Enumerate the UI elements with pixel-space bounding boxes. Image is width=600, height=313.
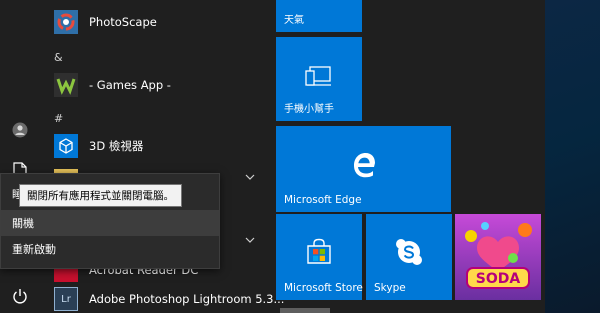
edge-icon xyxy=(350,150,378,178)
shutdown-tooltip: 關閉所有應用程式並關閉電腦。 xyxy=(19,184,182,207)
lightroom-icon: Lr xyxy=(54,287,78,311)
store-icon xyxy=(305,238,333,266)
app-name: 3D 檢視器 xyxy=(89,139,144,153)
tile-label: Skype xyxy=(374,282,406,294)
power-menu: 睡 關閉所有應用程式並關閉電腦。 關機 重新啟動 xyxy=(0,173,220,269)
tile-label: 天氣 xyxy=(284,15,304,26)
tile-phone-companion[interactable]: 手機小幫手 xyxy=(276,37,362,121)
group-header-hash[interactable]: # xyxy=(54,112,63,125)
photoscape-icon xyxy=(54,10,78,34)
skype-icon xyxy=(395,238,423,266)
power-item-shutdown[interactable]: 關機 xyxy=(1,210,219,236)
power-item-restart[interactable]: 重新啟動 xyxy=(1,236,219,262)
start-menu: PhotoScape & - Games App - # 3D 檢視器 Acro… xyxy=(0,0,545,313)
app-name: - Games App - xyxy=(89,78,171,92)
candy-crush-soda-icon: SODA xyxy=(455,214,541,300)
3d-viewer-icon xyxy=(54,134,78,158)
desktop-background xyxy=(545,0,600,313)
next-group-label xyxy=(280,308,330,313)
tile-label: Microsoft Store xyxy=(284,282,363,294)
app-item-photoscape[interactable]: PhotoScape xyxy=(54,7,265,37)
power-icon[interactable] xyxy=(10,286,30,306)
games-app-icon xyxy=(54,73,78,97)
app-name: PhotoScape xyxy=(89,15,157,29)
chevron-down-icon[interactable] xyxy=(245,235,255,245)
tile-skype[interactable]: Skype xyxy=(366,214,452,300)
app-item-games[interactable]: - Games App - xyxy=(54,70,265,100)
tile-candy-crush-soda[interactable]: SODA xyxy=(455,214,541,300)
svg-text:SODA: SODA xyxy=(476,271,521,287)
phone-laptop-icon xyxy=(304,65,334,89)
user-account-icon[interactable] xyxy=(10,120,30,140)
power-item-label: 關機 xyxy=(12,217,34,230)
app-name: Adobe Photoshop Lightroom 5.3... xyxy=(89,292,285,306)
tile-label: 手機小幫手 xyxy=(284,104,334,115)
tile-microsoft-edge[interactable]: Microsoft Edge xyxy=(276,126,451,212)
power-item-label: 重新啟動 xyxy=(12,243,56,256)
app-item-lightroom[interactable]: Lr Adobe Photoshop Lightroom 5.3... xyxy=(54,284,284,313)
app-item-3d-viewer[interactable]: 3D 檢視器 xyxy=(54,131,265,161)
group-header-ampersand[interactable]: & xyxy=(54,51,63,64)
tile-weather[interactable]: 天氣 xyxy=(276,0,362,32)
tile-label: Microsoft Edge xyxy=(284,194,362,206)
chevron-down-icon[interactable] xyxy=(245,172,255,182)
tile-microsoft-store[interactable]: Microsoft Store xyxy=(276,214,363,300)
